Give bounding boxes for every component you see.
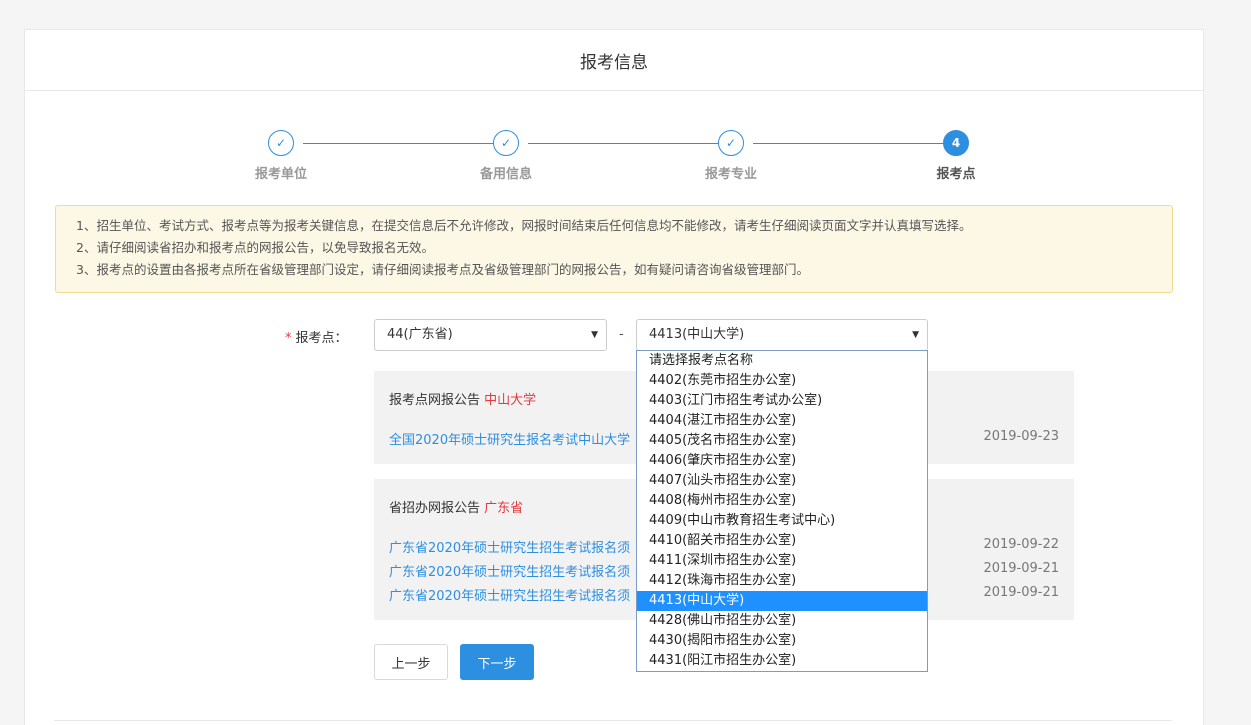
next-step-button[interactable]: 下一步: [460, 644, 534, 680]
check-icon: ✓: [718, 130, 744, 156]
announcement-date: 2019-09-21: [983, 585, 1059, 600]
notice-line: 2、请仔细阅读省招办和报考点的网报公告，以免导致报名无效。: [76, 240, 434, 255]
exam-site-select-value: 4413(中山大学): [649, 327, 745, 342]
dropdown-option[interactable]: 4411(深圳市招生办公室): [637, 551, 927, 571]
announcement-title-text: 报考点网报公告: [389, 393, 481, 408]
required-mark: *: [285, 331, 292, 346]
step-unit: ✓ 报考单位: [231, 130, 331, 182]
dropdown-option[interactable]: 4431(阳江市招生办公室): [637, 651, 927, 671]
province-select-value: 44(广东省): [387, 327, 453, 342]
chevron-down-icon: ▼: [591, 330, 598, 340]
dropdown-option[interactable]: 4410(韶关市招生办公室): [637, 531, 927, 551]
divider: [54, 720, 1172, 721]
dropdown-option[interactable]: 4409(中山市教育招生考试中心): [637, 511, 927, 531]
dropdown-option[interactable]: 4430(揭阳市招生办公室): [637, 631, 927, 651]
label-text: 报考点：: [295, 331, 348, 346]
dropdown-option[interactable]: 4402(东莞市招生办公室): [637, 371, 927, 391]
dropdown-option-selected[interactable]: 4413(中山大学): [637, 591, 927, 611]
announcement-title-text: 省招办网报公告: [389, 501, 481, 516]
step-label: 报考单位: [254, 167, 307, 182]
announcement-link[interactable]: 全国2020年硕士研究生报名考试中山大学: [389, 429, 630, 448]
notice-box: 1、招生单位、考试方式、报考点等为报考关键信息，在提交信息后不允许修改，网报时间…: [55, 205, 1173, 293]
step-exam-site: 4 报考点: [906, 130, 1006, 182]
check-icon: ✓: [268, 130, 294, 156]
notice-line: 1、招生单位、考试方式、报考点等为报考关键信息，在提交信息后不允许修改，网报时间…: [76, 218, 972, 233]
separator: -: [619, 327, 624, 342]
exam-site-select[interactable]: 4413(中山大学) ▼: [636, 319, 928, 351]
exam-site-dropdown-list[interactable]: 请选择报考点名称 4402(东莞市招生办公室) 4403(江门市招生考试办公室)…: [636, 350, 928, 672]
announcement-date: 2019-09-22: [983, 537, 1059, 552]
announcement-link[interactable]: 广东省2020年硕士研究生招生考试报名须: [389, 585, 630, 604]
announcement-date: 2019-09-21: [983, 561, 1059, 576]
dropdown-option[interactable]: 4403(江门市招生考试办公室): [637, 391, 927, 411]
page-title: 报考信息: [25, 30, 1203, 91]
exam-site-label: * 报考点：: [285, 327, 348, 346]
step-number-icon: 4: [943, 130, 969, 156]
notice-line: 3、报考点的设置由各报考点所在省级管理部门设定，请仔细阅读报考点及省级管理部门的…: [76, 262, 809, 277]
announcement-link[interactable]: 广东省2020年硕士研究生招生考试报名须: [389, 537, 630, 556]
chevron-down-icon: ▼: [912, 330, 919, 340]
dropdown-option[interactable]: 4405(茂名市招生办公室): [637, 431, 927, 451]
check-icon: ✓: [493, 130, 519, 156]
announcement-title-name: 中山大学: [484, 393, 537, 408]
announcement-title-name: 广东省: [484, 501, 524, 516]
prev-step-button[interactable]: 上一步: [374, 644, 448, 680]
dropdown-option[interactable]: 4406(肇庆市招生办公室): [637, 451, 927, 471]
dropdown-option[interactable]: 4408(梅州市招生办公室): [637, 491, 927, 511]
dropdown-option[interactable]: 4428(佛山市招生办公室): [637, 611, 927, 631]
province-select[interactable]: 44(广东省) ▼: [374, 319, 607, 351]
step-backup-info: ✓ 备用信息: [456, 130, 556, 182]
step-label: 备用信息: [479, 167, 532, 182]
announcement-link[interactable]: 广东省2020年硕士研究生招生考试报名须: [389, 561, 630, 580]
announcement-date: 2019-09-23: [983, 429, 1059, 444]
dropdown-option[interactable]: 4412(珠海市招生办公室): [637, 571, 927, 591]
step-major: ✓ 报考专业: [681, 130, 781, 182]
province-announcement-title: 省招办网报公告 广东省: [389, 497, 523, 516]
progress-steps: ✓ 报考单位 ✓ 备用信息 ✓ 报考专业 4 报考点: [25, 130, 1203, 190]
dropdown-option[interactable]: 4407(汕头市招生办公室): [637, 471, 927, 491]
step-label: 报考专业: [704, 167, 757, 182]
site-announcement-title: 报考点网报公告 中山大学: [389, 389, 536, 408]
dropdown-option[interactable]: 4404(湛江市招生办公室): [637, 411, 927, 431]
exam-site-row: * 报考点： 44(广东省) ▼ - 4413(中山大学) ▼: [25, 319, 1203, 351]
registration-card: 报考信息 ✓ 报考单位 ✓ 备用信息 ✓ 报考专业 4 报考点 1、招生单位、考…: [24, 29, 1204, 725]
step-label: 报考点: [936, 167, 976, 182]
dropdown-option[interactable]: 请选择报考点名称: [637, 351, 927, 371]
